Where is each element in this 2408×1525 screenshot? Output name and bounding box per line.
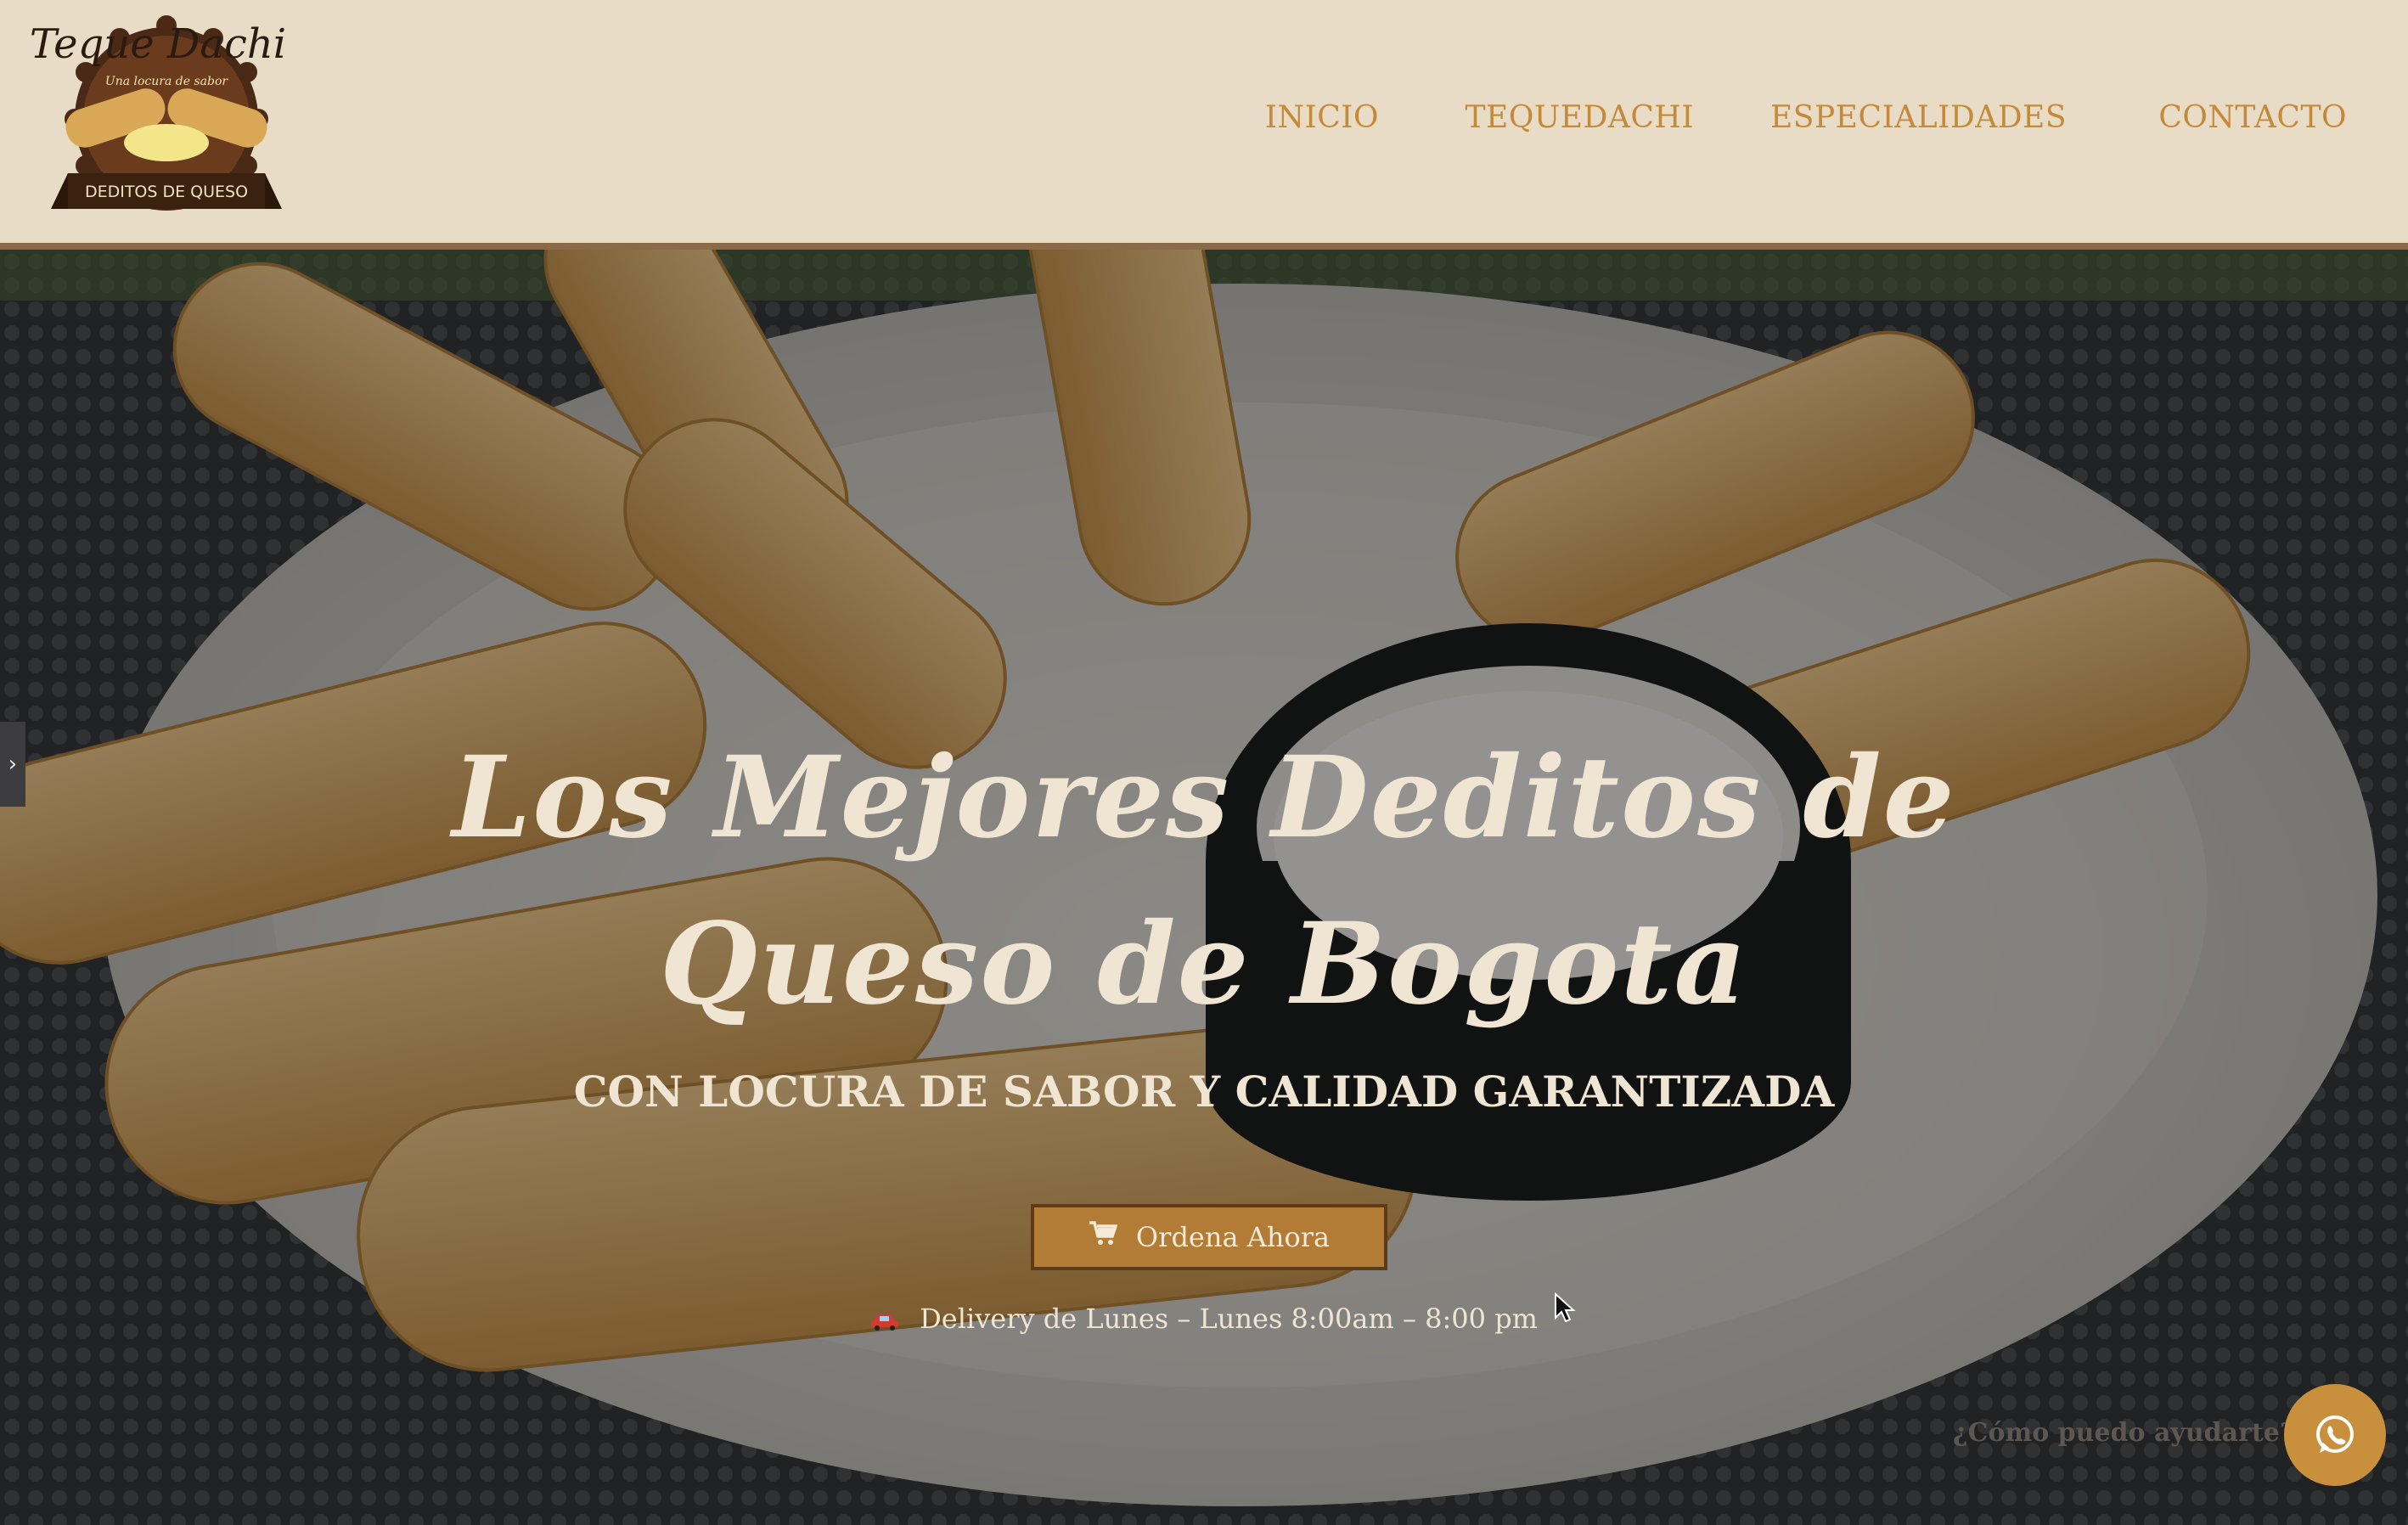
delivery-hours: Delivery de Lunes – Lunes 8:00am – 8:00 …: [0, 1303, 2408, 1337]
logo-graphic: DEDITOS DE QUESO Teque Dachi Una locura …: [30, 15, 286, 211]
site-header: DEDITOS DE QUESO Teque Dachi Una locura …: [0, 0, 2408, 250]
order-now-label: Ordena Ahora: [1135, 1221, 1331, 1253]
logo-brand-text: Teque Dachi: [31, 20, 286, 68]
logo-ribbon-text: DEDITOS DE QUESO: [85, 183, 248, 201]
nav-item-inicio[interactable]: INICIO: [1265, 100, 1379, 135]
order-now-button[interactable]: Ordena Ahora: [1031, 1204, 1387, 1270]
delivery-text: Delivery de Lunes – Lunes 8:00am – 8:00 …: [920, 1303, 1539, 1335]
mouse-pointer-icon: [1555, 1292, 1576, 1323]
chevron-right-icon: ›: [8, 751, 18, 777]
side-panel-toggle[interactable]: ›: [0, 722, 25, 807]
hero-title: Los Mejores Deditos de Queso de Bogota: [452, 732, 1956, 1031]
site-logo[interactable]: DEDITOS DE QUESO Teque Dachi Una locura …: [30, 7, 316, 226]
cart-icon: [1089, 1221, 1118, 1253]
hero-section: › Los Mejores Deditos de Queso de Bogota…: [0, 250, 2408, 1525]
whatsapp-icon: [2316, 1415, 2354, 1453]
nav-item-especialidades[interactable]: ESPECIALIDADES: [1770, 100, 2067, 135]
nav-item-contacto[interactable]: CONTACTO: [2158, 100, 2347, 135]
car-icon: [870, 1305, 899, 1337]
chat-prompt: ¿Cómo puedo ayudarte?: [1953, 1418, 2295, 1448]
hero-subtitle: CON LOCURA DE SABOR Y CALIDAD GARANTIZAD…: [573, 1066, 1835, 1117]
logo-tagline-text: Una locura de sabor: [105, 75, 228, 88]
whatsapp-chat-button[interactable]: [2284, 1384, 2386, 1486]
nav-item-tequedachi[interactable]: TEQUEDACHI: [1466, 100, 1694, 135]
